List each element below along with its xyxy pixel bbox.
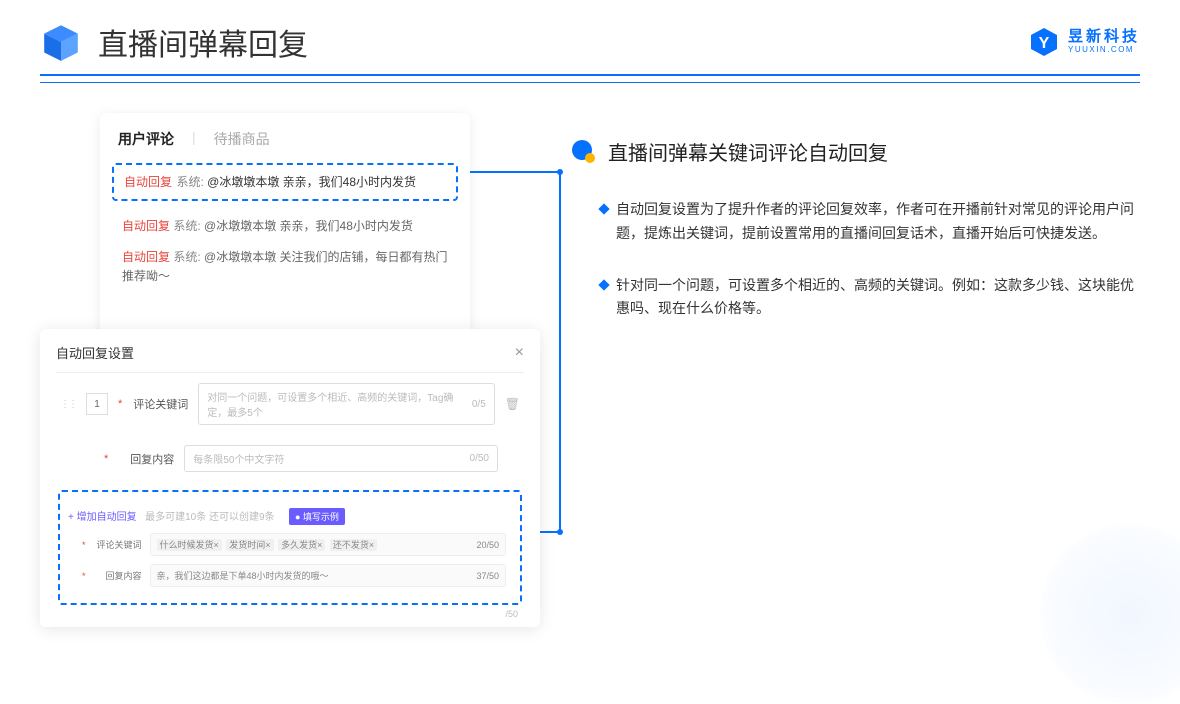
bullet-text: 自动回复设置为了提升作者的评论回复效率，作者可在开播前针对常见的评论用户问题，提…: [616, 198, 1140, 246]
comment-row: 自动回复 系统: @冰墩墩本墩 关注我们的店铺，每日都有热门推荐呦～: [118, 242, 452, 292]
auto-reply-tag: 自动回复: [124, 175, 172, 189]
required-mark: *: [104, 453, 108, 465]
keyword-input[interactable]: 对同一个问题，可设置多个相近、高频的关键词，Tag确定，最多5个 0/5: [198, 383, 494, 425]
bullet-item: 自动回复设置为了提升作者的评论回复效率，作者可在开播前针对常见的评论用户问题，提…: [570, 198, 1140, 246]
reply-message: @冰墩墩本墩 关注我们的店铺，每日都有热门推荐呦～: [122, 250, 448, 283]
settings-title: 自动回复设置: [56, 343, 134, 362]
content-input[interactable]: 每条限50个中文字符 0/50: [184, 445, 498, 472]
tab-user-comments[interactable]: 用户评论: [118, 129, 174, 149]
example-highlight-box: + 增加自动回复 最多可建10条 还可以创建9条 ● 填写示例 * 评论关键词 …: [58, 490, 522, 605]
placeholder-text: 每条限50个中文字符: [193, 451, 284, 466]
char-count: 20/50: [476, 540, 499, 550]
bullet-text: 针对同一个问题，可设置多个相近的、高频的关键词。例如：这款多少钱、这块能优惠吗、…: [616, 274, 1140, 322]
brand-name-en: YUUXIN.COM: [1068, 46, 1140, 55]
page-header: 直播间弹幕回复 Y 昱新科技 YUUXIN.COM: [0, 0, 1180, 74]
required-mark: *: [118, 398, 122, 410]
ex-keyword-input[interactable]: 什么时候发货× 发货时间× 多久发货× 还不发货× 20/50: [150, 533, 506, 556]
bullet-item: 针对同一个问题，可设置多个相近的、高频的关键词。例如：这款多少钱、这块能优惠吗、…: [570, 274, 1140, 322]
add-auto-reply-link[interactable]: + 增加自动回复: [68, 512, 137, 523]
char-count: 37/50: [476, 571, 499, 581]
example-badge: ● 填写示例: [289, 508, 345, 525]
section-heading: 直播间弹幕关键词评论自动回复: [570, 137, 1140, 166]
page-title: 直播间弹幕回复: [98, 20, 308, 64]
connector-dot: [557, 169, 563, 175]
content-label: 回复内容: [118, 451, 174, 467]
brand-text: 昱新科技 YUUXIN.COM: [1068, 29, 1140, 54]
keyword-label: 评论关键词: [132, 396, 188, 412]
keyword-row: ⋮⋮ 1 * 评论关键词 对同一个问题，可设置多个相近、高频的关键词，Tag确定…: [56, 373, 524, 435]
trailing-count: /50: [505, 609, 518, 619]
brand-logo-block: Y 昱新科技 YUUXIN.COM: [1028, 26, 1140, 58]
auto-reply-tag: 自动回复: [122, 219, 170, 233]
close-icon[interactable]: ×: [515, 344, 524, 362]
left-column: 用户评论 | 待播商品 自动回复 系统: @冰墩墩本墩 亲亲，我们48小时内发货…: [40, 113, 530, 349]
auto-reply-settings-panel: 自动回复设置 × ⋮⋮ 1 * 评论关键词 对同一个问题，可设置多个相近、高频的…: [40, 329, 540, 627]
comment-row: 自动回复 系统: @冰墩墩本墩 亲亲，我们48小时内发货: [118, 211, 452, 242]
content-row: * 回复内容 每条限50个中文字符 0/50: [56, 435, 524, 482]
add-limit-note: 最多可建10条 还可以创建9条: [145, 512, 274, 523]
chat-bubble-icon: [570, 138, 598, 166]
cube-icon: [40, 21, 82, 63]
ex-keyword-label: 评论关键词: [94, 538, 142, 551]
drag-handle-icon[interactable]: ⋮⋮: [60, 399, 76, 410]
ex-content-label: 回复内容: [94, 569, 142, 582]
char-count: 0/5: [472, 399, 486, 410]
index-box: 1: [86, 393, 108, 415]
right-column: 直播间弹幕关键词评论自动回复 自动回复设置为了提升作者的评论回复效率，作者可在开…: [570, 113, 1140, 349]
required-mark: *: [82, 540, 86, 550]
connector-line: [468, 171, 560, 173]
decorative-corner-arc: [1040, 524, 1180, 704]
reply-message: @冰墩墩本墩 亲亲，我们48小时内发货: [207, 175, 416, 189]
ex-tags-container: 什么时候发货× 发货时间× 多久发货× 还不发货×: [157, 538, 380, 551]
connector-line: [559, 171, 561, 531]
header-left: 直播间弹幕回复: [40, 20, 308, 64]
svg-text:Y: Y: [1039, 35, 1050, 52]
keyword-tag[interactable]: 还不发货×: [330, 539, 377, 551]
system-label: 系统:: [176, 175, 207, 189]
reply-message: @冰墩墩本墩 亲亲，我们48小时内发货: [204, 219, 413, 233]
keyword-tag[interactable]: 什么时候发货×: [157, 539, 222, 551]
ex-content-input[interactable]: 亲，我们这边都是下单48小时内发货的哦～ 37/50: [150, 564, 506, 587]
keyword-tag[interactable]: 多久发货×: [278, 539, 325, 551]
system-label: 系统:: [173, 219, 204, 233]
ex-content-text: 亲，我们这边都是下单48小时内发货的哦～: [157, 569, 329, 582]
connector-dot: [557, 529, 563, 535]
example-content-row: * 回复内容 亲，我们这边都是下单48小时内发货的哦～ 37/50: [68, 560, 512, 591]
highlighted-auto-reply: 自动回复 系统: @冰墩墩本墩 亲亲，我们48小时内发货: [112, 163, 458, 201]
example-keyword-row: * 评论关键词 什么时候发货× 发货时间× 多久发货× 还不发货× 20/50: [68, 529, 512, 560]
header-rule-thick: [40, 74, 1140, 76]
diamond-bullet-icon: [598, 279, 609, 290]
main-content: 用户评论 | 待播商品 自动回复 系统: @冰墩墩本墩 亲亲，我们48小时内发货…: [0, 83, 1180, 349]
auto-reply-tag: 自动回复: [122, 250, 170, 264]
keyword-tag[interactable]: 发货时间×: [226, 539, 273, 551]
system-label: 系统:: [173, 250, 204, 264]
comment-tabs: 用户评论 | 待播商品: [118, 129, 452, 159]
section-title: 直播间弹幕关键词评论自动回复: [608, 137, 888, 166]
required-mark: *: [82, 571, 86, 581]
diamond-bullet-icon: [598, 203, 609, 214]
char-count: 0/50: [470, 453, 489, 464]
brand-hex-icon: Y: [1028, 26, 1060, 58]
placeholder-text: 对同一个问题，可设置多个相近、高频的关键词，Tag确定，最多5个: [207, 389, 472, 419]
delete-icon[interactable]: 🗑: [505, 397, 520, 411]
settings-header: 自动回复设置 ×: [56, 343, 524, 373]
tab-pending-goods[interactable]: 待播商品: [214, 129, 270, 149]
brand-name-cn: 昱新科技: [1068, 29, 1140, 46]
